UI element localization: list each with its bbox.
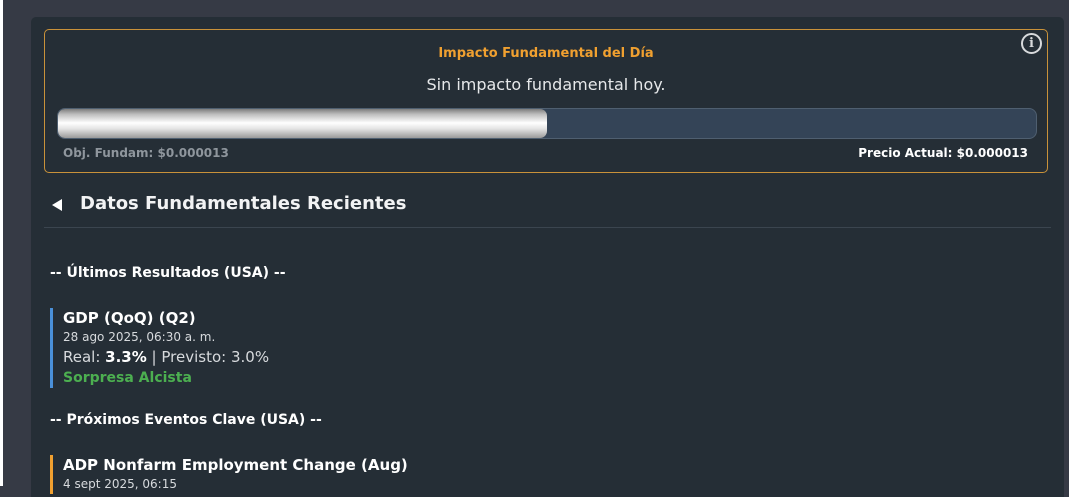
section-title: Datos Fundamentales Recientes [80, 193, 407, 214]
real-value: 3.3% [105, 348, 147, 366]
latest-results-heading: -- Últimos Resultados (USA) -- [50, 265, 286, 281]
result-event-item: GDP (QoQ) (Q2) 28 ago 2025, 06:30 a. m. … [50, 308, 269, 388]
impact-progress-bar [57, 108, 1037, 139]
values-separator: | [146, 348, 162, 366]
event-date: 4 sept 2025, 06:15 [63, 477, 177, 491]
objective-price-label: Obj. Fundam: $0.000013 [63, 146, 229, 160]
impact-title: Impacto Fundamental del Día [438, 46, 654, 61]
upcoming-events-heading: -- Próximos Eventos Clave (USA) -- [50, 412, 322, 428]
impact-message: Sin impacto fundamental hoy. [426, 75, 666, 94]
current-price-label: Precio Actual: $0.000013 [858, 146, 1028, 160]
impact-progress-fill [58, 109, 547, 138]
event-title: GDP (QoQ) (Q2) [63, 309, 196, 327]
event-values: Real: 3.3% | Previsto: 3.0% [63, 347, 269, 368]
upcoming-event-item: ADP Nonfarm Employment Change (Aug) 4 se… [50, 455, 408, 494]
info-icon[interactable]: i [1021, 33, 1042, 54]
impact-card: Impacto Fundamental del Día i Sin impact… [44, 29, 1048, 173]
recent-fundamentals-toggle[interactable]: Datos Fundamentales Recientes [44, 193, 1051, 228]
left-window-edge [0, 0, 3, 486]
real-label: Real: [63, 348, 106, 366]
forecast-value: Previsto: 3.0% [161, 348, 270, 366]
fundamentals-panel: Impacto Fundamental del Día i Sin impact… [31, 17, 1064, 497]
collapse-triangle-icon [52, 199, 62, 211]
event-date: 28 ago 2025, 06:30 a. m. [63, 330, 216, 344]
surprise-badge: Sorpresa Alcista [63, 370, 192, 386]
event-title: ADP Nonfarm Employment Change (Aug) [63, 456, 408, 474]
